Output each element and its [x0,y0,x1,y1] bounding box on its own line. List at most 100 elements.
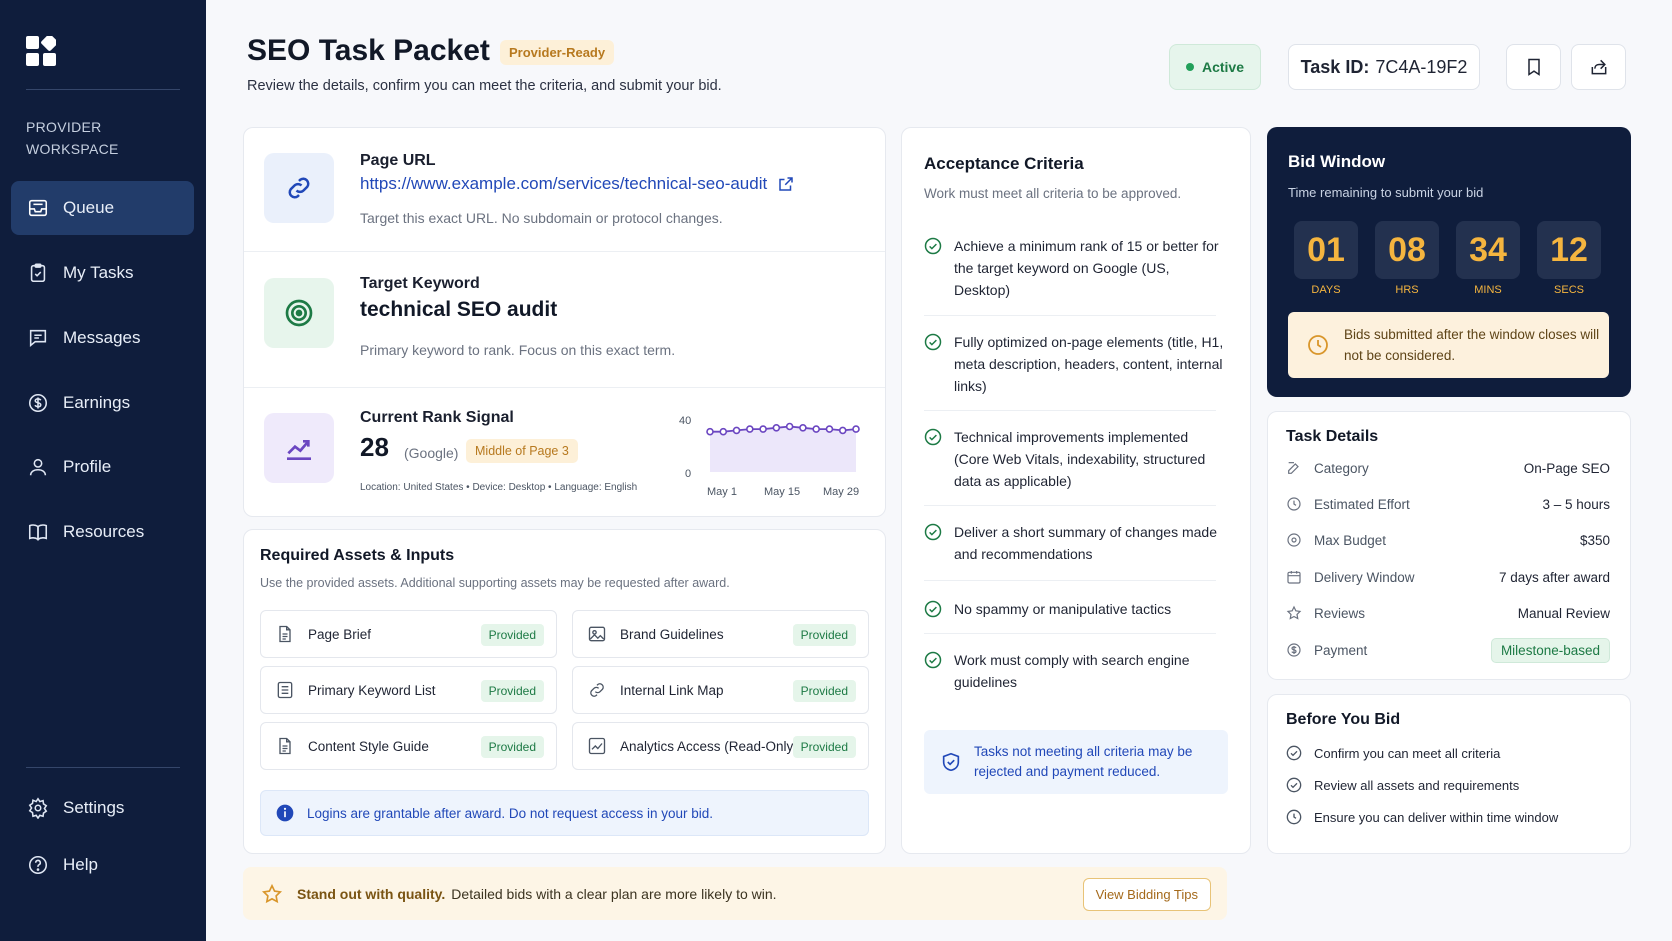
bookmark-button[interactable] [1506,44,1561,90]
criteria-warning-note: Tasks not meeting all criteria may be re… [924,730,1228,794]
asset-name: Page Brief [308,626,372,642]
asset-name: Content Style Guide [308,738,429,754]
chart-x-tick-label: May 29 [823,486,860,498]
asset-brand-guidelines[interactable]: Brand Guidelines Provided [572,610,869,658]
asset-status-badge: Provided [792,624,856,646]
rank-signal-label: Current Rank Signal [360,409,514,426]
link-icon [288,177,310,199]
detail-row-delivery: Delivery Window 7 days after award [1286,567,1610,587]
countdown-hours-label: HRS [1395,284,1419,296]
app-logo-icon[interactable] [26,36,56,66]
sidebar-item-profile[interactable]: Profile [11,440,194,494]
chart-x-tick-label: May 15 [764,486,801,498]
logins-info-text: Logins are grantable after award. Do not… [307,805,713,821]
criteria-item: Technical improvements implemented (Core… [924,426,1224,492]
dollar-icon [1287,643,1301,657]
trend-up-icon [287,440,311,460]
sidebar-item-earnings[interactable]: Earnings [11,376,194,430]
task-id-label: Task ID: [1300,56,1370,77]
page-url-text[interactable]: https://www.example.com/services/technic… [360,174,767,194]
target-icon-box [264,278,334,348]
target-keyword-value: technical SEO audit [360,298,558,321]
asset-internal-link-map[interactable]: Internal Link Map Provided [572,666,869,714]
detail-row-budget: Max Budget $350 [1286,530,1610,550]
trend-icon-box [264,413,334,483]
assets-subtitle: Use the provided assets. Additional supp… [260,576,730,590]
criteria-item: No spammy or manipulative tactics [924,598,1224,620]
workspace-label: PROVIDER WORKSPACE [26,119,119,157]
task-id-value: 7C4A-19F2 [1375,56,1468,77]
asset-status-badge: Provided [792,736,856,758]
target-keyword-label: Target Keyword [360,275,480,292]
asset-content-style-guide[interactable]: Content Style Guide Provided [260,722,557,770]
edit-icon [1288,462,1299,474]
check-circle-icon [924,600,942,618]
sidebar-item-label: Profile [63,457,112,476]
criteria-item: Fully optimized on-page elements (title,… [924,331,1224,397]
criteria-subtitle: Work must meet all criteria to be approv… [924,186,1182,201]
sidebar-item-my-tasks[interactable]: My Tasks [11,246,194,300]
view-bidding-tips-button[interactable]: View Bidding Tips [1082,878,1211,911]
document-icon [279,625,291,643]
sidebar-item-help[interactable]: Help [11,838,194,892]
star-icon [1286,605,1302,620]
rank-engine: (Google) [404,445,459,461]
asset-page-brief[interactable]: Page Brief Provided [260,610,557,658]
assets-title: Required Assets & Inputs [260,547,455,564]
countdown-hours: 08 [1375,221,1439,279]
share-button[interactable] [1571,44,1626,90]
page-url-link[interactable]: https://www.example.com/services/technic… [360,174,795,194]
criteria-item: Work must comply with search engine guid… [924,649,1224,693]
chart-point [732,426,741,435]
task-id: Task ID: 7C4A-19F2 [1288,44,1480,90]
criteria-item: Achieve a minimum rank of 15 or better f… [924,235,1224,301]
detail-row-reviews: Reviews Manual Review [1286,603,1610,623]
status-text: Active [1201,59,1245,75]
asset-name: Internal Link Map [620,682,724,698]
chart-point [812,425,820,433]
link-icon-box [264,153,334,223]
bookmark-icon [1527,58,1540,76]
inbox-icon [28,199,48,217]
sidebar-item-label: My Tasks [63,263,134,282]
before-item: Ensure you can deliver within time windo… [1286,809,1558,825]
criteria-title: Acceptance Criteria [924,154,1084,173]
bid-window-warning: Bids submitted after the window closes w… [1288,312,1609,378]
criteria-item: Deliver a short summary of changes made … [924,521,1224,565]
check-circle-icon [1286,745,1302,761]
sidebar-item-queue[interactable]: Queue [11,181,194,235]
before-you-bid-title: Before You Bid [1286,711,1401,728]
sidebar-item-settings[interactable]: Settings [11,781,194,835]
page-url-label: Page URL [360,152,436,169]
sidebar-item-label: Earnings [63,393,131,412]
required-assets-card: Required Assets & Inputs Use the provide… [243,529,886,854]
criteria-divider [924,633,1216,634]
criteria-divider [924,580,1216,581]
message-icon [29,329,47,347]
asset-status-badge: Provided [480,680,544,702]
sidebar-item-messages[interactable]: Messages [11,311,194,365]
payment-badge: Milestone-based [1490,637,1610,663]
check-circle-icon [924,428,942,446]
task-details-card: Task Details Category On-Page SEO Estima… [1267,411,1631,680]
asset-name: Primary Keyword List [308,682,436,698]
rank-page-badge: Middle of Page 3 [466,439,578,463]
external-link-icon[interactable] [777,175,795,193]
chart-point [799,424,807,432]
target-icon [1287,533,1301,547]
asset-primary-keyword-list[interactable]: Primary Keyword List Provided [260,666,557,714]
sidebar-item-resources[interactable]: Resources [11,505,194,559]
criteria-divider [924,315,1216,316]
info-icon [276,804,294,822]
asset-analytics-access[interactable]: Analytics Access (Read-Only) Provided [572,722,869,770]
before-you-bid-card: Before You Bid Confirm you can meet all … [1267,694,1631,854]
countdown-mins: 34 [1456,221,1520,279]
sidebar-item-label: Resources [63,522,145,541]
quality-tip-banner: Stand out with quality. Detailed bids wi… [243,867,1227,920]
rank-value: 28 [360,432,389,462]
asset-status-badge: Provided [480,736,544,758]
target-keyword-hint: Primary keyword to rank. Focus on this e… [360,342,676,358]
bid-window-card: Bid Window Time remaining to submit your… [1267,127,1631,397]
check-circle-icon [924,651,942,669]
asset-status-badge: Provided [480,624,544,646]
